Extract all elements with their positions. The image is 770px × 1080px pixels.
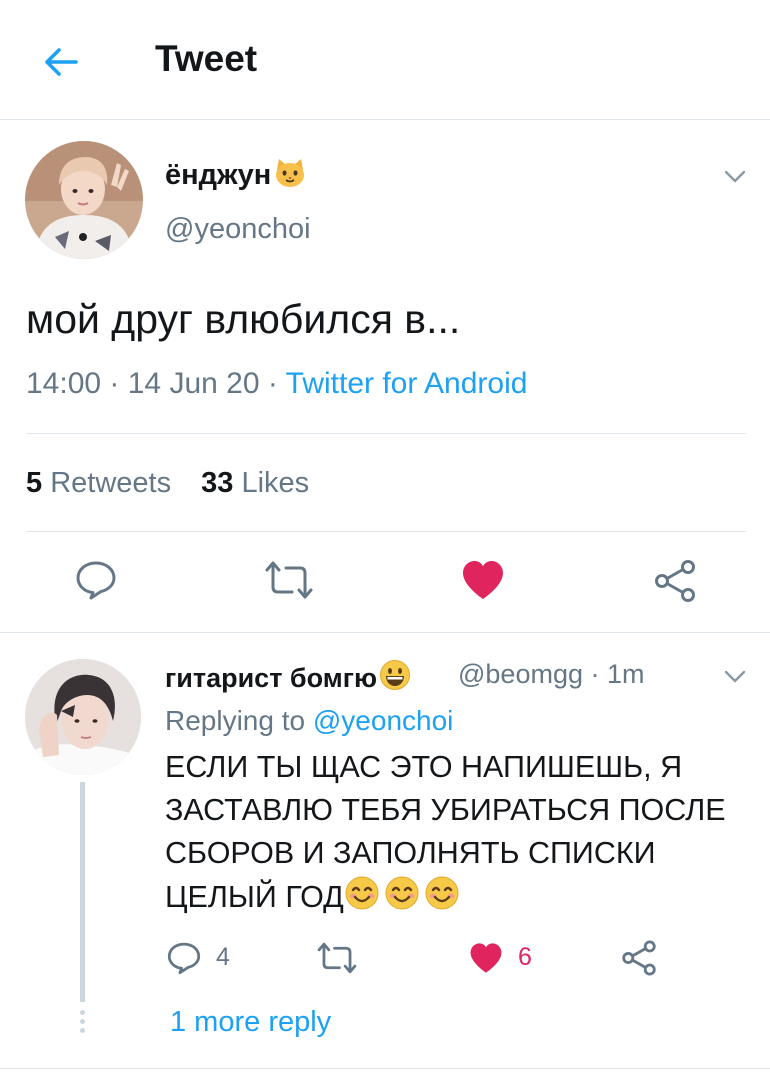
retweets-count: 5 — [26, 467, 43, 499]
tweet-meta: 14:00 · 14 Jun 20 · Twitter for Android — [26, 367, 527, 401]
chevron-down-icon[interactable] — [722, 163, 748, 189]
section-separator — [0, 1068, 770, 1069]
author-avatar[interactable] — [25, 141, 143, 259]
author-name-text: ёнджун — [165, 159, 272, 191]
smiling-face-emoji-icon — [384, 875, 420, 923]
likes-stat[interactable]: 33 Likes — [201, 467, 309, 500]
share-icon[interactable] — [620, 939, 658, 982]
page-title: Tweet — [155, 38, 258, 79]
reply-text-line: ЕСЛИ ТЫ ЩАС ЭТО НАПИШЕШЬ, Я — [165, 750, 683, 784]
reply-author-name-text: гитарист бомгю — [165, 663, 378, 693]
section-separator — [0, 632, 770, 633]
retweet-icon[interactable] — [315, 940, 359, 981]
reply-text-line-text: ЦЕЛЫЙ ГОД — [165, 880, 344, 914]
likes-label: Likes — [241, 467, 310, 499]
reply-text: ЕСЛИ ТЫ ЩАС ЭТО НАПИШЕШЬ, Я ЗАСТАВЛЮ ТЕБ… — [165, 746, 755, 923]
more-replies-link[interactable]: 1 more reply — [170, 1006, 331, 1039]
reply-author-name[interactable]: гитарист бомгю — [165, 659, 411, 698]
grinning-face-emoji-icon — [379, 659, 411, 698]
reply-text-line-last: ЦЕЛЫЙ ГОД — [165, 875, 755, 923]
likes-count: 33 — [201, 467, 234, 499]
reply-time: 1m — [606, 659, 645, 689]
reply-author-handle[interactable]: @beomgg · 1m — [458, 659, 645, 690]
author-name[interactable]: ёнджун — [165, 158, 306, 196]
smiling-face-emoji-icon — [424, 875, 460, 923]
cat-face-emoji-icon — [274, 158, 306, 196]
reply-text-line: СБОРОВ И ЗАПОЛНЯТЬ СПИСКИ — [165, 836, 656, 870]
back-arrow-icon[interactable] — [40, 40, 84, 84]
tweet-time: 14:00 — [26, 367, 102, 400]
reply-text-line: ЗАСТАВЛЮ ТЕБЯ УБИРАТЬСЯ ПОСЛЕ — [165, 793, 726, 827]
author-handle[interactable]: @yeonchoi — [165, 213, 311, 246]
like-count: 6 — [518, 943, 532, 971]
meta-separator: · — [101, 367, 128, 400]
reply-handle-text: @beomgg — [458, 659, 583, 689]
divider — [26, 531, 746, 532]
tweet-date: 14 Jun 20 — [127, 367, 260, 400]
retweet-icon[interactable] — [262, 558, 316, 607]
reply-count: 4 — [216, 943, 230, 971]
meta-separator: · — [259, 367, 286, 400]
tweet-source-link[interactable]: Twitter for Android — [286, 367, 528, 400]
chevron-down-icon[interactable] — [722, 663, 748, 689]
replying-to-handle-link[interactable]: @yeonchoi — [313, 705, 454, 736]
share-icon[interactable] — [652, 558, 698, 609]
retweets-stat[interactable]: 5 Retweets — [26, 467, 171, 500]
divider — [26, 433, 746, 434]
time-separator: · — [582, 659, 607, 689]
replying-prefix: Replying to — [165, 705, 313, 736]
top-bar: Tweet — [0, 0, 770, 120]
like-heart-icon[interactable] — [460, 558, 506, 607]
smiling-face-emoji-icon — [344, 875, 380, 923]
like-heart-icon[interactable] — [468, 941, 504, 980]
reply-icon[interactable] — [166, 940, 202, 981]
thread-connector-dots — [80, 1010, 85, 1034]
reply-icon[interactable] — [74, 558, 118, 607]
reply-author-avatar[interactable] — [25, 659, 141, 775]
thread-connector-line — [80, 782, 85, 1002]
tweet-stats: 5 Retweets 33 Likes — [26, 467, 309, 500]
replying-to: Replying to @yeonchoi — [165, 705, 453, 737]
tweet-text: мой друг влюбился в... — [26, 296, 461, 342]
retweets-label: Retweets — [50, 467, 172, 499]
